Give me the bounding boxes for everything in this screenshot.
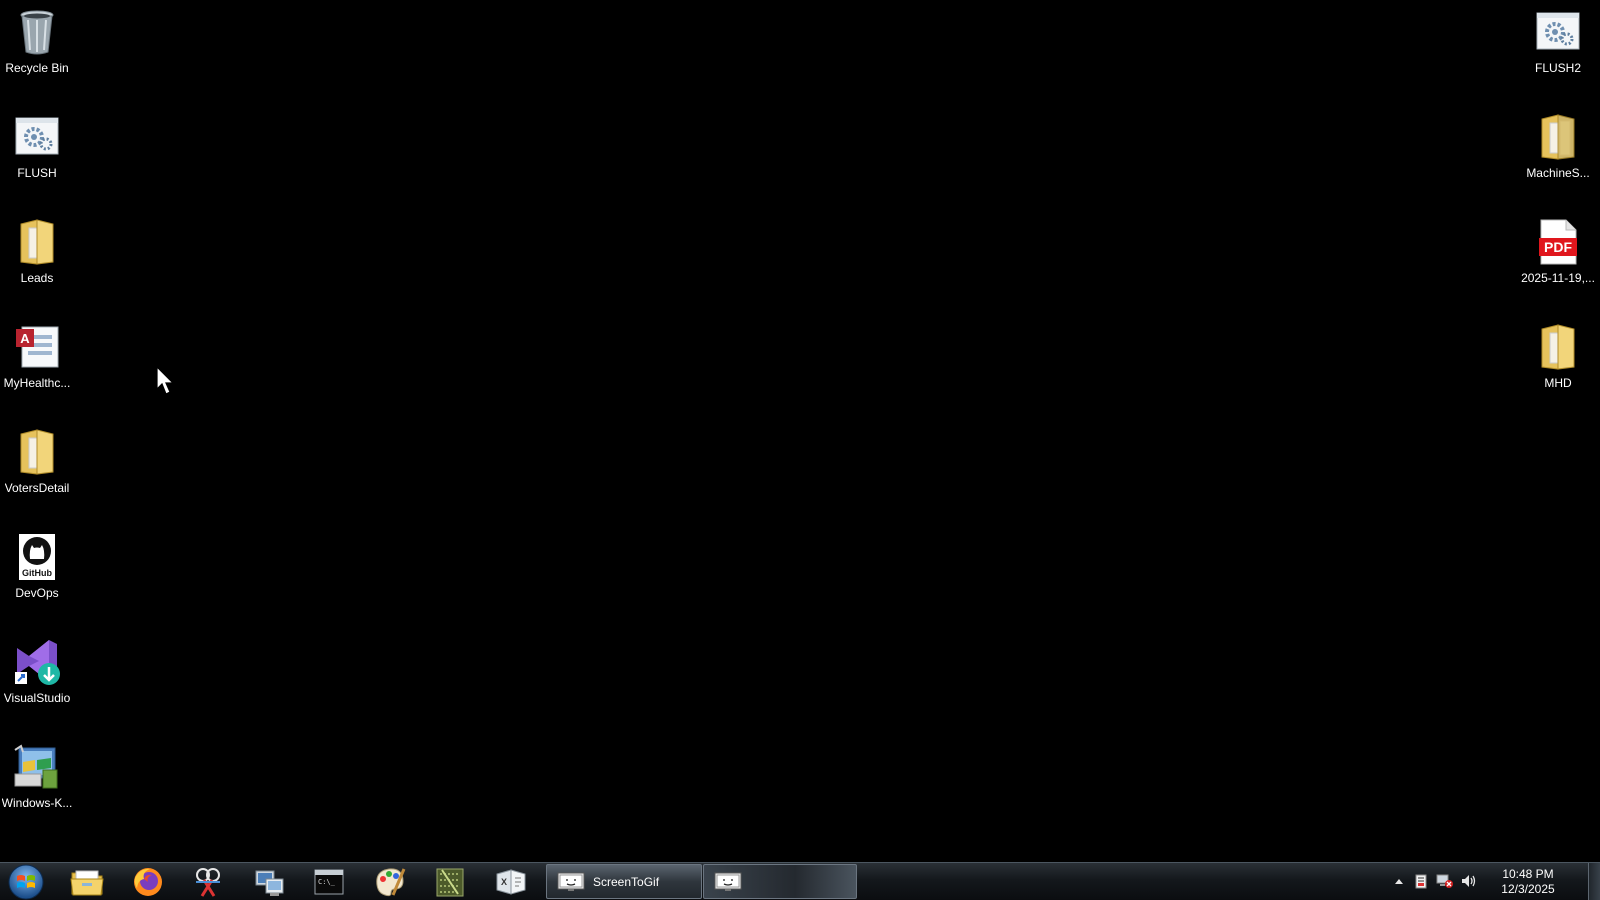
batch-file-icon [13, 113, 61, 161]
file-explorer-icon[interactable] [60, 864, 114, 899]
svg-text:X: X [501, 877, 507, 887]
firefox-icon[interactable] [121, 864, 175, 899]
desktop-icon-leads[interactable]: Leads [0, 212, 77, 312]
desktop-icon-votersdetail[interactable]: VotersDetail [0, 422, 77, 522]
access-database-icon: A [13, 323, 61, 371]
desktop-icon-mhd[interactable]: MHD [1518, 317, 1598, 417]
taskbar-button-screentogif-window-2[interactable] [703, 864, 857, 899]
desktop-icon-label: Recycle Bin [5, 61, 69, 75]
pdf-icon: PDF [1534, 218, 1582, 266]
windows-start-orb-icon[interactable] [6, 864, 46, 900]
folder-icon [1534, 323, 1582, 371]
snipping-tool-icon[interactable] [181, 864, 235, 899]
desktop-icon-label: FLUSH [17, 166, 57, 180]
desktop-icon-myhealthc[interactable]: A MyHealthc... [0, 317, 77, 417]
svg-text:C:\_: C:\_ [318, 878, 336, 886]
clock-date: 12/3/2025 [1501, 882, 1555, 896]
folder-icon [13, 218, 61, 266]
show-desktop-button[interactable] [1588, 863, 1600, 900]
desktop-icon-windows-k[interactable]: Windows-K... [0, 737, 77, 837]
folder-icon [13, 428, 61, 476]
folder-icon [1534, 113, 1582, 161]
desktop-icon-label: MachineS... [1526, 166, 1590, 180]
desktop-icon-devops[interactable]: GitHub DevOps [0, 527, 77, 627]
recycle-bin-icon [13, 8, 61, 56]
screentogif-icon [557, 872, 585, 892]
desktop-icon-recycle-bin[interactable]: Recycle Bin [0, 2, 77, 102]
desktop-icon-label: MHD [1544, 376, 1572, 390]
desktop-icon-flush[interactable]: FLUSH [0, 107, 77, 207]
batch-file-icon [1534, 8, 1582, 56]
command-prompt-icon[interactable]: C:\_ [302, 864, 356, 899]
notepad-plus-icon[interactable] [423, 864, 477, 899]
desktop-icon-machines[interactable]: MachineS... [1518, 107, 1598, 207]
volume-icon[interactable] [1460, 872, 1478, 890]
taskbar-clock[interactable]: 10:48 PM 12/3/2025 [1490, 867, 1566, 897]
desktop-icon-label: Leads [20, 271, 54, 285]
svg-text:A: A [20, 331, 30, 346]
desktop-icon-pdf-2025-11-19[interactable]: PDF 2025-11-19,... [1518, 212, 1598, 312]
desktop-icon-visualstudio[interactable]: VisualStudio [0, 632, 77, 732]
taskbar: C:\_ X ScreenToGif 10:48 PM 12/3/2025 [0, 862, 1600, 900]
desktop-icon-label: FLUSH2 [1534, 61, 1581, 75]
svg-text:GitHub: GitHub [22, 568, 52, 578]
desktop: Recycle Bin FLUSH Leads A MyHealthc... V… [0, 0, 1600, 862]
mouse-cursor-icon [156, 365, 176, 396]
taskbar-button-label: ScreenToGif [593, 874, 660, 889]
paint-icon[interactable] [363, 864, 417, 899]
network-icon[interactable] [1436, 872, 1454, 890]
desktop-icon-label: VotersDetail [4, 481, 70, 495]
desktop-icon-flush2[interactable]: FLUSH2 [1518, 2, 1598, 102]
desktop-icon-label: VisualStudio [3, 691, 71, 705]
pdf-badge: PDF [1544, 239, 1572, 255]
xps-viewer-icon[interactable]: X [484, 864, 538, 899]
github-icon: GitHub [13, 533, 61, 581]
desktop-icon-label: DevOps [15, 586, 59, 600]
action-center-icon[interactable] [1412, 872, 1430, 890]
desktop-icon-label: 2025-11-19,... [1521, 271, 1595, 285]
taskbar-button-screentogif[interactable]: ScreenToGif [546, 864, 702, 899]
clock-time: 10:48 PM [1502, 867, 1554, 881]
visual-studio-installer-icon [13, 638, 61, 686]
screentogif-icon [714, 872, 742, 892]
desktop-icon-label: Windows-K... [1, 796, 73, 810]
show-hidden-icons-chevron-icon[interactable] [1390, 872, 1408, 890]
remote-desktop-icon[interactable] [242, 864, 296, 899]
desktop-icon-label: MyHealthc... [3, 376, 71, 390]
windows-kit-icon [13, 743, 61, 791]
